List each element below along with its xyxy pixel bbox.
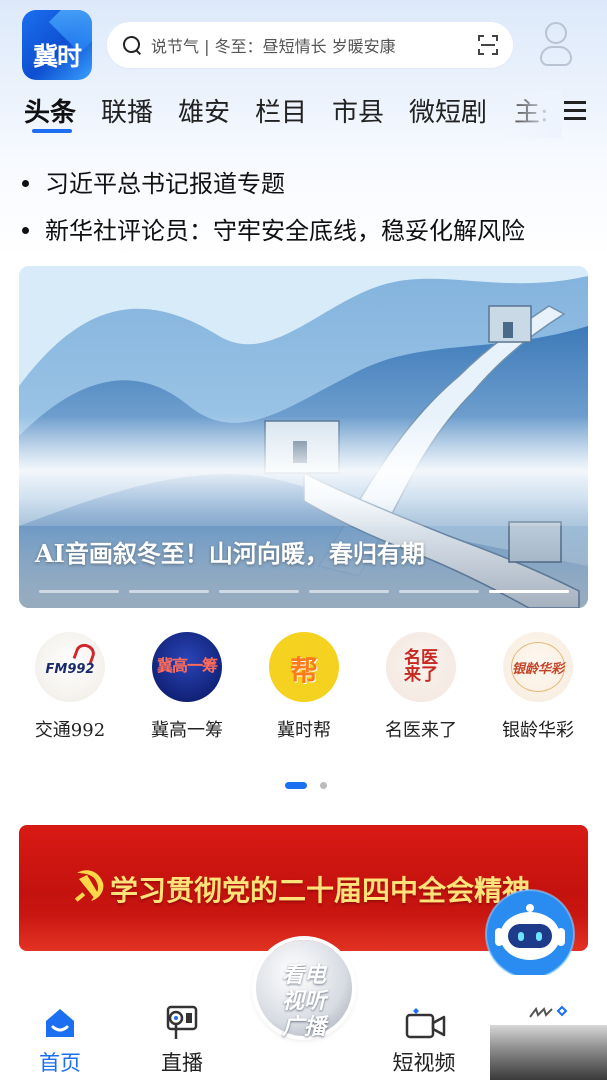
channel-pager	[285, 782, 335, 790]
tv-radio-button[interactable]: 看电视听广播	[256, 940, 352, 1040]
channel-label: 交通992	[34, 720, 106, 741]
more-icon[interactable]	[528, 1005, 568, 1023]
bullet-icon	[22, 227, 29, 234]
fm992-logo-text: FM992	[45, 662, 95, 677]
ai-assistant-robot-icon[interactable]	[484, 888, 576, 980]
nav-label: 首页	[39, 1051, 81, 1075]
tab-short-drama[interactable]: 微短剧	[409, 92, 487, 129]
headline-text: 习近平总书记报道专题	[45, 170, 285, 198]
channel-doctor[interactable]: 名医来了 名医来了	[366, 632, 476, 742]
jigao-logo-icon: 冀高一筹	[152, 632, 222, 702]
doctor-logo-icon: 名医来了	[386, 632, 456, 702]
channel-tabs: 头条 联播 雄安 栏目 市县 微短剧 主:	[0, 90, 607, 140]
banner-caption: AI音画叙冬至！山河向暖，春归有期	[35, 539, 425, 568]
search-placeholder[interactable]: 说节气 | 冬至：昼短情长 岁暖安康	[151, 33, 469, 57]
slide-indicator-active	[489, 590, 569, 593]
hero-banner[interactable]: AI音画叙冬至！山河向暖，春归有期	[19, 266, 588, 608]
headline-text: 新华社评论员：守牢安全底线，稳妥化解风险	[45, 217, 525, 245]
banner-indicators	[39, 590, 569, 594]
pager-dot	[320, 782, 327, 789]
tab-cities[interactable]: 市县	[332, 92, 384, 129]
tab-headlines[interactable]: 头条	[24, 92, 76, 129]
bang-logo-icon: 帮	[269, 632, 339, 702]
user-icon[interactable]	[538, 22, 574, 70]
bullet-icon	[22, 180, 29, 187]
jigao-logo-text: 冀高一筹	[156, 656, 218, 675]
app-header: 冀时 说节气 | 冬至：昼短情长 岁暖安康	[0, 0, 607, 90]
channel-jigao[interactable]: 冀高一筹 冀高一筹	[132, 632, 242, 742]
channel-label: 名医来了	[385, 720, 457, 741]
video-icon	[405, 1008, 446, 1039]
headline-item[interactable]: 习近平总书记报道专题	[22, 164, 285, 199]
slide-indicator	[309, 590, 389, 593]
party-emblem-icon	[74, 870, 104, 902]
headline-item[interactable]: 新华社评论员：守牢安全底线，稳妥化解风险	[22, 211, 525, 246]
tab-xiongan[interactable]: 雄安	[178, 92, 230, 129]
live-icon	[166, 1005, 198, 1039]
bang-logo-text: 帮	[289, 654, 318, 687]
gesture-overlay	[490, 1025, 607, 1080]
logo-text: 冀时	[32, 42, 82, 71]
slide-indicator	[399, 590, 479, 593]
tv-radio-label: 看电视听广播	[281, 962, 326, 1040]
slide-indicator	[39, 590, 119, 593]
tab-programs[interactable]: 栏目	[255, 92, 307, 129]
home-icon	[46, 1009, 74, 1037]
silver-logo-text: 银龄华彩	[511, 662, 564, 677]
channel-label: 冀时帮	[277, 720, 331, 741]
doctor-logo-text: 名医来了	[404, 648, 438, 685]
channel-silver[interactable]: 银龄华彩 银龄华彩	[483, 632, 593, 742]
promo-text: 学习贯彻党的二十届四中全会精神	[110, 874, 531, 907]
menu-icon[interactable]	[564, 99, 586, 121]
active-tab-indicator	[32, 129, 72, 133]
search-icon	[121, 34, 143, 56]
channel-label: 冀高一筹	[151, 720, 223, 741]
channel-fm992[interactable]: FM992 交通992	[15, 632, 125, 742]
nav-label: 直播	[161, 1051, 203, 1075]
scan-icon[interactable]	[477, 34, 499, 56]
channel-label: 银龄华彩	[502, 720, 574, 741]
search-bar[interactable]: 说节气 | 冬至：昼短情长 岁暖安康	[107, 22, 513, 68]
tab-lianbo[interactable]: 联播	[101, 92, 153, 129]
nav-label: 短视频	[392, 1051, 456, 1075]
tab-fade	[500, 90, 562, 138]
slide-indicator	[129, 590, 209, 593]
slide-indicator	[219, 590, 299, 593]
fm992-logo-icon: FM992	[35, 632, 105, 702]
app-logo[interactable]: 冀时	[22, 10, 92, 80]
pager-dot-active	[285, 782, 307, 789]
channel-bang[interactable]: 帮 冀时帮	[249, 632, 359, 742]
silver-logo-icon: 银龄华彩	[503, 632, 573, 702]
